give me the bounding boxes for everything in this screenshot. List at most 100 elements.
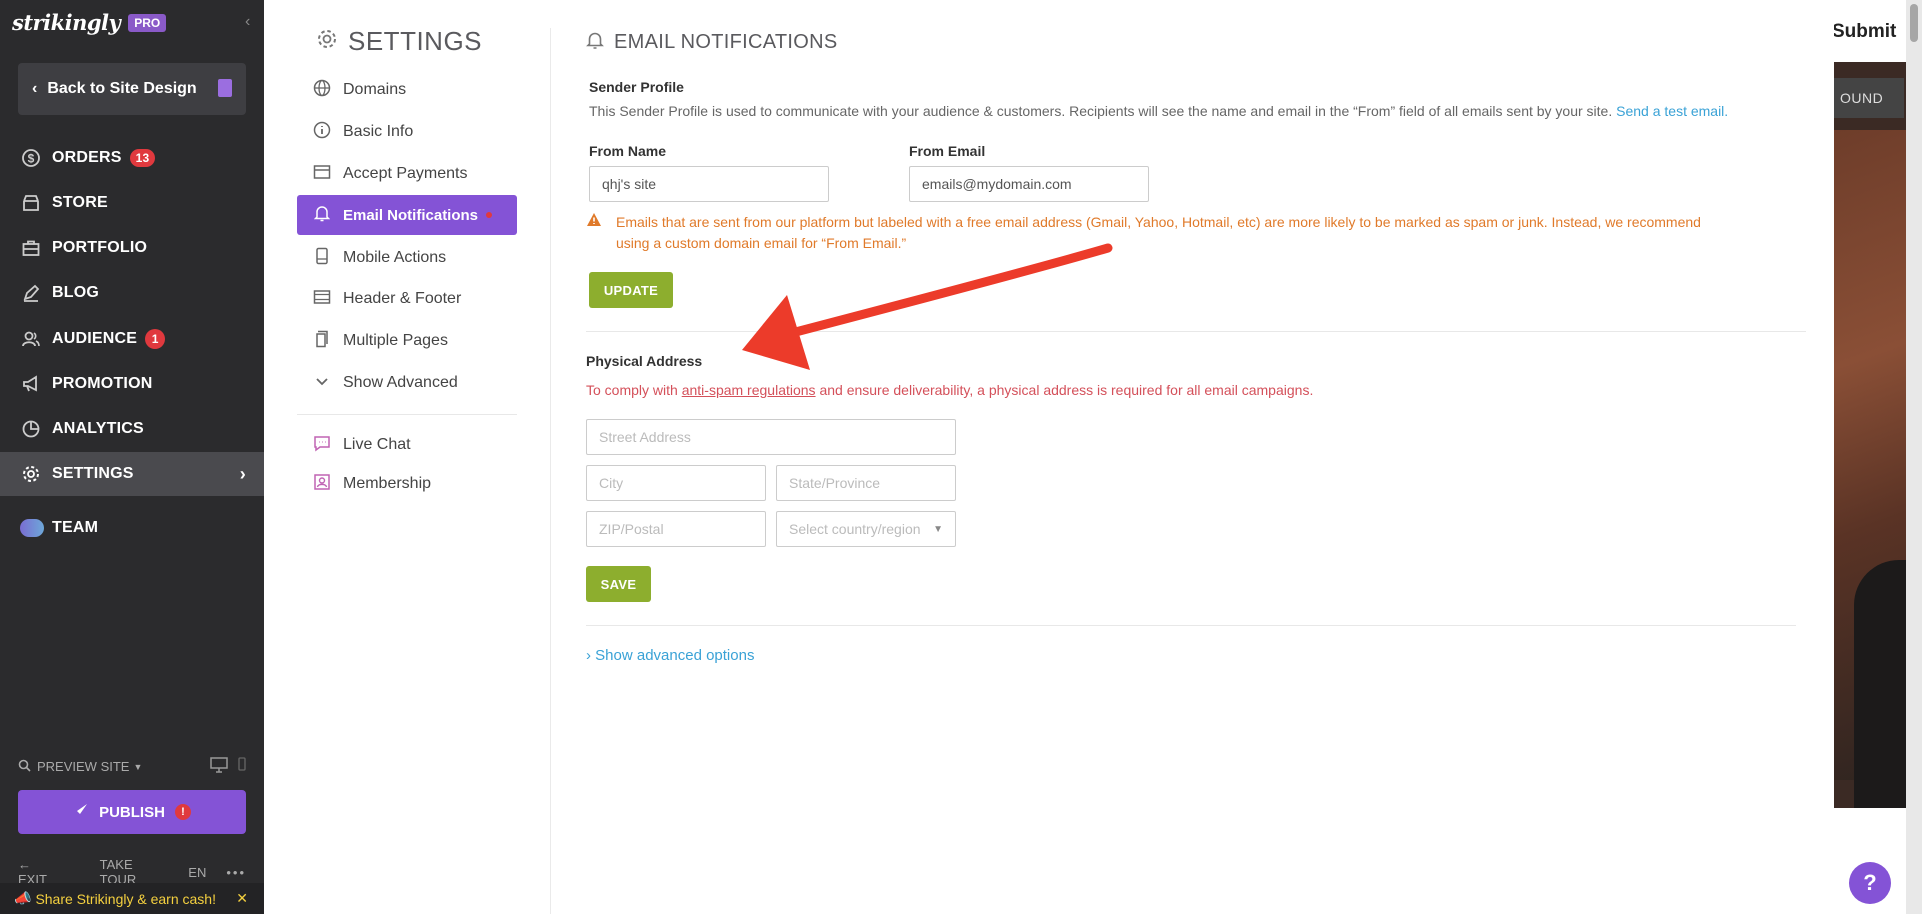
from-email-input[interactable]: emails@mydomain.com	[909, 166, 1149, 202]
brand[interactable]: strikingly PRO	[12, 10, 167, 35]
settings-item-label: Membership	[343, 475, 432, 492]
nav-item-store[interactable]: STORE	[0, 181, 264, 225]
nav-item-settings[interactable]: SETTINGS ›	[0, 452, 264, 496]
state-province-input[interactable]: State/Province	[776, 465, 956, 501]
nav-label: PROMOTION	[52, 375, 153, 392]
chat-icon	[313, 434, 331, 457]
settings-item-label: Domains	[343, 81, 407, 98]
more-options-icon[interactable]: •••	[226, 865, 246, 880]
sender-profile-heading: Sender Profile	[589, 79, 684, 95]
nav-label: TEAM	[52, 519, 99, 536]
help-button[interactable]: ?	[1849, 862, 1891, 904]
settings-item-label: Mobile Actions	[343, 249, 447, 266]
desktop-icon[interactable]	[210, 757, 228, 776]
back-to-site-design-button[interactable]: ‹ Back to Site Design	[18, 63, 246, 115]
nav-item-team[interactable]: TEAM	[0, 506, 264, 550]
settings-item-label: Basic Info	[343, 123, 414, 140]
store-icon	[20, 192, 42, 214]
collapse-sidebar-icon[interactable]: ‹	[245, 13, 250, 31]
save-button[interactable]: SAVE	[586, 566, 651, 602]
audience-count-badge: 1	[145, 329, 166, 349]
pages-icon	[313, 330, 331, 353]
bell-icon	[586, 30, 604, 55]
settings-item-mobile-actions[interactable]: Mobile Actions	[297, 238, 517, 278]
nav-label: AUDIENCE	[52, 330, 138, 347]
pro-badge: PRO	[128, 13, 167, 32]
layout-icon	[313, 289, 331, 310]
mobile-icon	[313, 247, 331, 270]
settings-item-accept-payments[interactable]: Accept Payments	[297, 154, 517, 194]
section-divider	[586, 625, 1796, 626]
alert-icon: !	[174, 804, 191, 820]
nav-item-orders[interactable]: $ ORDERS 13	[0, 136, 264, 180]
anti-spam-regulations-link[interactable]: anti-spam regulations	[682, 382, 816, 398]
update-button[interactable]: UPDATE	[589, 272, 673, 308]
zip-postal-input[interactable]: ZIP/Postal	[586, 511, 766, 547]
info-icon	[313, 121, 331, 144]
chevron-right-icon: ›	[239, 463, 246, 484]
settings-item-header-footer[interactable]: Header & Footer	[297, 279, 517, 319]
member-icon	[313, 473, 331, 496]
site-submit-link[interactable]: Submit	[1834, 21, 1896, 43]
settings-item-multiple-pages[interactable]: Multiple Pages	[297, 321, 517, 361]
country-select-value: Select country/region	[789, 521, 921, 537]
chevron-left-icon: ‹	[32, 80, 38, 97]
users-icon	[20, 328, 42, 350]
settings-panel: SETTINGS Domains Basic Info Accept Payme…	[264, 0, 550, 914]
strikingly-logo: strikingly	[12, 10, 121, 35]
nav-item-promotion[interactable]: PROMOTION	[0, 362, 264, 406]
settings-item-label: Live Chat	[343, 436, 411, 453]
city-input[interactable]: City	[586, 465, 766, 501]
sender-profile-description: This Sender Profile is used to communica…	[589, 103, 1729, 119]
orders-count-badge: 13	[129, 149, 156, 167]
language-selector[interactable]: EN	[188, 865, 206, 880]
team-icon	[20, 519, 44, 537]
chevron-down-icon	[313, 374, 331, 392]
nav-label: ANALYTICS	[52, 420, 144, 437]
back-button-label: Back to Site Design	[47, 80, 197, 97]
settings-item-email-notifications[interactable]: Email Notifications	[297, 195, 517, 235]
country-region-select[interactable]: Select country/region ▼	[776, 511, 956, 547]
pie-chart-icon	[20, 418, 42, 440]
nav-item-blog[interactable]: BLOG	[0, 271, 264, 315]
chevron-right-icon: ›	[586, 647, 591, 664]
share-text: Share Strikingly & earn cash!	[35, 890, 216, 907]
briefcase-icon	[20, 237, 42, 259]
from-name-input[interactable]: qhj's site	[589, 166, 829, 202]
send-test-email-link[interactable]: Send a test email.	[1616, 103, 1728, 119]
bell-icon	[313, 204, 331, 227]
warning-line-1: Emails that are sent from our platform b…	[616, 214, 1701, 230]
notification-dot	[486, 212, 493, 218]
show-advanced-options-link[interactable]: › Show advanced options	[586, 647, 754, 664]
settings-divider	[297, 414, 517, 415]
left-sidebar: strikingly PRO ‹ ‹ Back to Site Design $…	[0, 0, 264, 914]
settings-item-show-advanced[interactable]: Show Advanced	[297, 363, 517, 403]
mobile-icon[interactable]	[238, 757, 246, 776]
nav-item-audience[interactable]: AUDIENCE 1	[0, 317, 264, 361]
settings-item-basic-info[interactable]: Basic Info	[297, 112, 517, 152]
nav-item-analytics[interactable]: ANALYTICS	[0, 407, 264, 451]
anti-spam-notice: To comply with anti-spam regulations and…	[586, 382, 1314, 398]
page-title-text: EMAIL NOTIFICATIONS	[614, 31, 838, 53]
settings-item-label: Email Notifications	[343, 206, 479, 224]
gear-icon	[316, 28, 338, 56]
settings-item-live-chat[interactable]: Live Chat	[297, 425, 517, 465]
settings-item-domains[interactable]: Domains	[297, 70, 517, 110]
email-notifications-content: EMAIL NOTIFICATIONS Sender Profile This …	[551, 0, 1834, 914]
nav-item-portfolio[interactable]: PORTFOLIO	[0, 226, 264, 270]
street-address-input[interactable]: Street Address	[586, 419, 956, 455]
caret-down-icon: ▼	[933, 523, 943, 535]
site-nav-band: OUND	[1834, 78, 1904, 118]
close-icon[interactable]: ✕	[236, 890, 248, 907]
pen-icon	[20, 282, 42, 304]
scrollbar-thumb[interactable]	[1910, 4, 1918, 42]
settings-title: SETTINGS	[316, 26, 482, 57]
nav-label: ORDERS	[52, 149, 122, 166]
megaphone-icon: 📣	[14, 890, 32, 906]
megaphone-icon	[20, 373, 42, 395]
preview-site-dropdown[interactable]: PREVIEW SITE	[37, 759, 129, 774]
scrollbar[interactable]	[1906, 0, 1922, 914]
settings-item-membership[interactable]: Membership	[297, 464, 517, 504]
share-promo-bar[interactable]: 📣 Share Strikingly & earn cash! ✕	[0, 883, 264, 914]
publish-button[interactable]: PUBLISH !	[18, 790, 246, 834]
